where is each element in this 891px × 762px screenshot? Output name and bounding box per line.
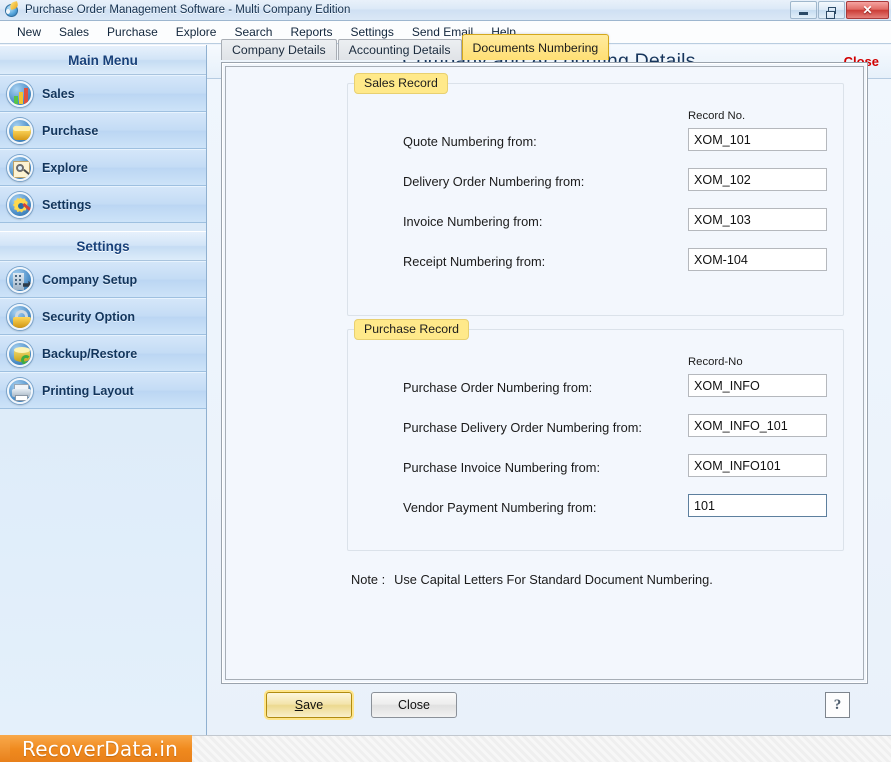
tab-strip: Company Details Accounting Details Docum… bbox=[221, 34, 610, 60]
gear-pencil-icon bbox=[7, 191, 33, 218]
sidebar-item-label-purchase: Purchase bbox=[42, 123, 99, 138]
sidebar-item-backup-restore[interactable]: Backup/Restore bbox=[0, 335, 206, 372]
magnifier-document-icon bbox=[7, 154, 33, 181]
menu-sales[interactable]: Sales bbox=[50, 23, 98, 41]
sidebar-item-printing-layout[interactable]: Printing Layout bbox=[0, 372, 206, 409]
close-window-button[interactable]: ✕ bbox=[846, 1, 889, 19]
label-purchase-order-numbering: Purchase Order Numbering from: bbox=[403, 380, 593, 395]
sidebar-item-label-explore: Explore bbox=[42, 160, 88, 175]
group-title-purchase-record: Purchase Record bbox=[354, 319, 470, 340]
group-sales-record: Sales Record Record No. Quote Numbering … bbox=[347, 73, 844, 316]
input-invoice-numbering[interactable] bbox=[688, 208, 827, 231]
column-header-record-no: Record No. bbox=[688, 110, 746, 122]
group-title-sales-record: Sales Record bbox=[354, 73, 448, 94]
label-invoice-numbering: Invoice Numbering from: bbox=[403, 214, 543, 229]
sidebar-panel-main-menu: Main Menu Sales Purchase Explore Setting… bbox=[0, 45, 206, 223]
menu-new[interactable]: New bbox=[8, 23, 50, 41]
label-purchase-invoice-numbering: Purchase Invoice Numbering from: bbox=[403, 460, 601, 475]
sidebar-panel-header-main-menu: Main Menu bbox=[0, 45, 206, 75]
sidebar-panel-body-main-menu: Sales Purchase Explore Settings bbox=[0, 75, 206, 223]
group-purchase-record: Purchase Record Record-No Purchase Order… bbox=[347, 319, 844, 551]
watermark-badge: RecoverData.in bbox=[10, 735, 193, 762]
label-receipt-numbering: Receipt Numbering from: bbox=[403, 254, 546, 269]
bar-chart-icon bbox=[7, 80, 33, 107]
tab-accounting-details[interactable]: Accounting Details bbox=[337, 39, 462, 60]
sidebar-item-label-backup-restore: Backup/Restore bbox=[42, 346, 138, 361]
save-button[interactable]: Save bbox=[266, 692, 352, 718]
label-quote-numbering: Quote Numbering from: bbox=[403, 134, 537, 149]
application-window: Purchase Order Management Software - Mul… bbox=[0, 0, 891, 762]
form-button-bar: Save Close ? bbox=[221, 692, 868, 724]
close-button[interactable]: Close bbox=[371, 692, 457, 718]
note-text: Use Capital Letters For Standard Documen… bbox=[394, 572, 713, 587]
documents-numbering-panel: Sales Record Record No. Quote Numbering … bbox=[225, 66, 864, 680]
menu-purchase[interactable]: Purchase bbox=[98, 23, 167, 41]
label-vendor-payment-numbering: Vendor Payment Numbering from: bbox=[403, 500, 597, 515]
tab-company-details[interactable]: Company Details bbox=[221, 39, 337, 60]
menu-explore[interactable]: Explore bbox=[167, 23, 226, 41]
label-delivery-order-numbering: Delivery Order Numbering from: bbox=[403, 174, 585, 189]
sidebar-item-company-setup[interactable]: Company Setup bbox=[0, 261, 206, 298]
sidebar-item-settings[interactable]: Settings bbox=[0, 186, 206, 223]
basket-icon bbox=[7, 117, 33, 144]
close-icon: ✕ bbox=[862, 3, 873, 17]
tab-documents-numbering[interactable]: Documents Numbering bbox=[461, 34, 610, 60]
caption-button-group: ✕ bbox=[790, 1, 889, 19]
input-purchase-invoice-numbering[interactable] bbox=[688, 454, 827, 477]
minimize-button[interactable] bbox=[790, 1, 817, 19]
sidebar-item-security-option[interactable]: Security Option bbox=[0, 298, 206, 335]
database-refresh-icon bbox=[7, 340, 33, 367]
input-purchase-delivery-order-numbering[interactable] bbox=[688, 414, 827, 437]
sidebar-item-label-printing-layout: Printing Layout bbox=[42, 383, 134, 398]
input-receipt-numbering[interactable] bbox=[688, 248, 827, 271]
input-vendor-payment-numbering[interactable] bbox=[688, 494, 827, 517]
sidebar-item-explore[interactable]: Explore bbox=[0, 149, 206, 186]
input-quote-numbering[interactable] bbox=[688, 128, 827, 151]
sidebar-panel-settings: Settings Company Setup Security Option B… bbox=[0, 231, 206, 409]
tab-page-documents-numbering: Sales Record Record No. Quote Numbering … bbox=[221, 62, 868, 684]
input-purchase-order-numbering[interactable] bbox=[688, 374, 827, 397]
column-header-record-no-purchase: Record-No bbox=[688, 356, 743, 368]
save-rest: ave bbox=[303, 698, 324, 712]
save-accelerator: S bbox=[294, 698, 304, 712]
window-title: Purchase Order Management Software - Mul… bbox=[25, 4, 351, 16]
sidebar-item-purchase[interactable]: Purchase bbox=[0, 112, 206, 149]
window-titlebar: Purchase Order Management Software - Mul… bbox=[0, 0, 891, 21]
sidebar-panel-body-settings: Company Setup Security Option Backup/Res… bbox=[0, 261, 206, 409]
padlock-icon bbox=[7, 303, 33, 330]
sidebar: Main Menu Sales Purchase Explore Setting… bbox=[0, 45, 207, 735]
sidebar-item-label-settings: Settings bbox=[42, 197, 92, 212]
input-delivery-order-numbering[interactable] bbox=[688, 168, 827, 191]
restore-icon bbox=[825, 6, 836, 19]
printer-icon bbox=[7, 377, 33, 404]
note-row: Note : Use Capital Letters For Standard D… bbox=[351, 572, 713, 587]
help-button[interactable]: ? bbox=[825, 692, 850, 718]
note-label: Note : bbox=[351, 572, 386, 587]
label-purchase-delivery-order-numbering: Purchase Delivery Order Numbering from: bbox=[403, 420, 642, 435]
sidebar-item-label-sales: Sales bbox=[42, 86, 75, 101]
watermark-left-cap bbox=[0, 735, 10, 762]
sidebar-item-label-security-option: Security Option bbox=[42, 309, 136, 324]
maximize-restore-button[interactable] bbox=[818, 1, 845, 19]
app-logo-icon bbox=[4, 1, 20, 18]
minimize-icon bbox=[799, 11, 808, 15]
sidebar-item-label-company-setup: Company Setup bbox=[42, 272, 138, 287]
sidebar-item-sales[interactable]: Sales bbox=[0, 75, 206, 112]
sidebar-panel-header-settings: Settings bbox=[0, 231, 206, 261]
building-arrow-icon bbox=[7, 266, 33, 293]
